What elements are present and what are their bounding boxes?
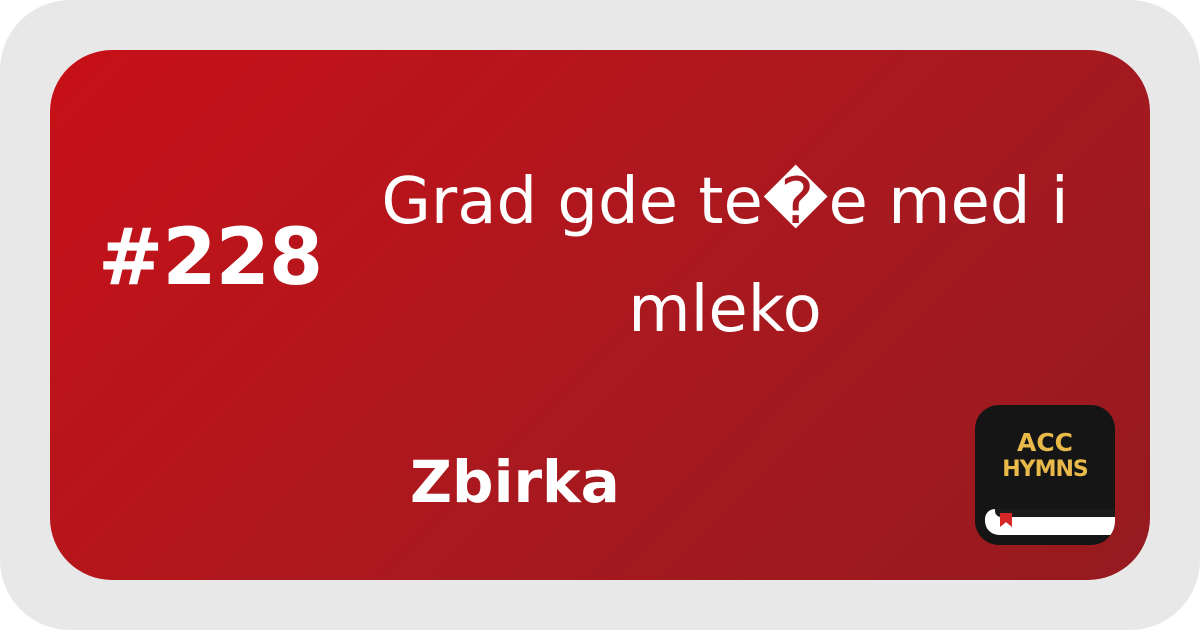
- hymn-card: #228 Grad gde te�e med i mleko Zbirka AC…: [50, 50, 1150, 580]
- hymn-number: #228: [98, 213, 323, 303]
- acc-hymns-app-icon: ACC HYMNS: [975, 405, 1115, 545]
- app-icon-line2: HYMNS: [1002, 457, 1089, 482]
- hymn-title: Grad gde te�e med i mleko: [381, 165, 1069, 347]
- collection-label: Zbirka: [410, 448, 620, 516]
- app-icon-line1: ACC: [1016, 428, 1074, 457]
